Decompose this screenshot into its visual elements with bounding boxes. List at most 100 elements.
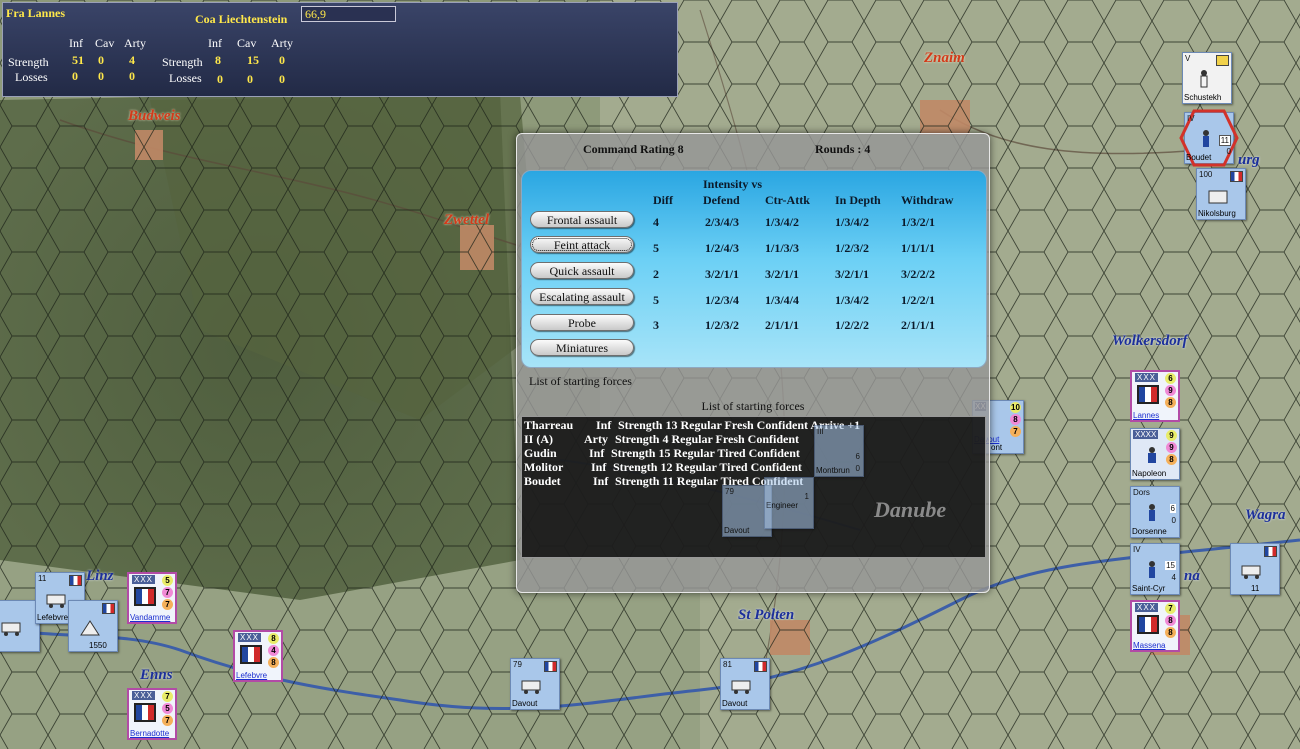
left-col-arty: Arty <box>124 36 146 50</box>
army-stat-2: 7 <box>162 587 173 598</box>
soldier-icon <box>1149 561 1155 578</box>
army-counter-napoleon[interactable]: XXXX 998 Napoleon <box>1130 428 1180 480</box>
unit-counter-davout-b[interactable]: 81 Davout <box>720 658 770 710</box>
unit-size: 81 <box>723 660 732 669</box>
left-losses-inf: 0 <box>72 69 78 83</box>
army-stat-1: 5 <box>162 575 173 586</box>
frontal-assault-button[interactable]: Frontal assault <box>530 211 634 228</box>
unit-name: Davout <box>722 699 748 708</box>
supply-wagon-icon <box>731 680 751 694</box>
unit-counter-nikolsburg[interactable]: 100 Nikolsburg <box>1196 168 1246 220</box>
row-withdraw: 1/1/1/1 <box>901 241 936 255</box>
assault-table: Intensity vs Diff Defend Ctr-Attk In Dep… <box>521 170 987 368</box>
army-name[interactable]: Lannes <box>1133 411 1159 420</box>
unit-counter-montbrun[interactable]: III 6 0 Montbrun <box>814 425 864 477</box>
austrian-flag-icon <box>1216 55 1229 66</box>
town-label-linz: Linz <box>86 568 114 584</box>
unit-name: Davout <box>724 526 750 535</box>
emperor-icon <box>1148 447 1156 463</box>
french-flag-icon <box>102 603 115 614</box>
left-col-inf: Inf <box>69 36 83 50</box>
row-in-depth: 3/2/1/1 <box>835 267 870 281</box>
french-flag-icon <box>1137 385 1159 404</box>
supply-wagon-icon <box>1241 565 1261 579</box>
starting-forces-list[interactable]: Tharreau Inf Strength 13 Regular Fresh Con… <box>521 416 986 558</box>
row-in-depth: 1/2/2/2 <box>835 318 870 332</box>
feint-attack-button[interactable]: Feint attack <box>530 236 634 253</box>
unit-counter-wagram[interactable]: 11 <box>1230 543 1280 595</box>
miniatures-button[interactable]: Miniatures <box>530 339 634 356</box>
row-withdraw: 1/2/2/1 <box>901 293 936 307</box>
unit-size: 79 <box>513 660 522 669</box>
right-col-arty: Arty <box>271 36 293 50</box>
row-diff: 3 <box>653 318 659 332</box>
row-defend: 1/2/3/2 <box>705 318 740 332</box>
soldier-icon <box>1200 70 1208 88</box>
unit-counter-engineer[interactable]: 1 Engineer <box>764 477 814 529</box>
force-name: Tharreau <box>524 418 574 432</box>
right-col-cav: Cav <box>237 36 257 50</box>
army-counter-bernadotte[interactable]: XXX 757 Bernadotte <box>127 688 177 740</box>
supply-wagon-icon <box>1 622 21 636</box>
army-name[interactable]: Massena <box>1133 641 1165 650</box>
town-label-zwettel: Zwettel <box>444 212 489 228</box>
assault-options-dialog: Command Rating 8 Rounds : 4 Intensity vs… <box>516 133 990 593</box>
unit-counter-saint-cyr[interactable]: IV 15 4 Saint-Cyr <box>1130 543 1180 595</box>
row-defend: 2/3/4/3 <box>705 215 740 229</box>
army-counter-massena[interactable]: XXX 788 Massena <box>1130 600 1180 652</box>
unit-counter-edge-left[interactable] <box>0 600 40 652</box>
col-in-depth: In Depth <box>835 193 881 207</box>
unit-counter-linz-depot[interactable]: 1550 <box>68 600 118 652</box>
army-name[interactable]: Bernadotte <box>130 729 169 738</box>
right-losses-cav: 0 <box>247 72 253 86</box>
unit-counter-schustekh[interactable]: V Schustekh <box>1182 52 1232 104</box>
unit-name: Lefebvre <box>37 613 69 622</box>
right-strength-label: Strength <box>162 55 203 69</box>
starting-forces-title: List of starting forces <box>701 399 805 413</box>
unit-name: Davout <box>512 699 538 708</box>
quick-assault-button[interactable]: Quick assault <box>530 262 634 279</box>
list-item: Molitor Inf Strength 12 Regular Tired Conf… <box>524 460 802 475</box>
town-label-wagram: Wagra <box>1245 507 1286 523</box>
army-counter-lefebvre[interactable]: XXX 848 Lefebvre <box>233 630 283 682</box>
unit-morale: 0 <box>855 464 860 473</box>
army-stat-3: 7 <box>162 599 173 610</box>
row-diff: 5 <box>653 241 659 255</box>
unit-name: Saint-Cyr <box>1132 584 1166 593</box>
french-flag-icon <box>544 661 557 672</box>
force-name: II (A) <box>524 432 553 446</box>
unit-size: IV <box>1187 114 1195 123</box>
unit-counter-dorsenne[interactable]: Dors 6 0 Dorsenne <box>1130 486 1180 538</box>
french-flag-icon <box>240 645 262 664</box>
army-name[interactable]: Vandamme <box>130 613 170 622</box>
force-type: Inf <box>589 446 605 460</box>
row-withdraw: 2/1/1/1 <box>901 318 936 332</box>
left-losses-label: Losses <box>15 70 48 84</box>
unit-size: V <box>1185 54 1191 63</box>
army-stat-3: 7 <box>1010 426 1021 437</box>
row-ctr-attk: 1/3/4/2 <box>765 215 800 229</box>
soldier-icon <box>1149 504 1155 521</box>
escalating-assault-button[interactable]: Escalating assault <box>530 288 634 305</box>
army-stat-2: 5 <box>162 703 173 714</box>
unit-name: 1550 <box>89 641 107 650</box>
unit-size: 11 <box>38 574 47 583</box>
army-counter-vandamme[interactable]: XXX 577 Vandamme <box>127 572 177 624</box>
unit-counter-davout-a[interactable]: 79 Davout <box>510 658 560 710</box>
left-strength-arty: 4 <box>129 53 135 67</box>
unit-name: Nikolsburg <box>1198 209 1236 218</box>
right-losses-inf: 0 <box>217 72 223 86</box>
row-ctr-attk: 3/2/1/1 <box>765 267 800 281</box>
right-col-inf: Inf <box>208 36 222 50</box>
army-stat-1: 7 <box>1165 603 1176 614</box>
army-counter-lannes[interactable]: XXX 698 Lannes <box>1130 370 1180 422</box>
row-ctr-attk: 1/1/3/3 <box>765 241 800 255</box>
army-stat-3: 8 <box>1165 627 1176 638</box>
unit-name: 11 <box>1251 584 1260 593</box>
unit-name: Boudet <box>1186 153 1212 162</box>
force-type: Arty <box>584 432 608 446</box>
probe-button[interactable]: Probe <box>530 314 634 331</box>
army-name[interactable]: Lefebvre <box>236 671 267 680</box>
unit-counter-boudet[interactable]: IV 11 0 Boudet <box>1179 109 1239 167</box>
town-label-nikolsburg: urg <box>1238 152 1260 168</box>
